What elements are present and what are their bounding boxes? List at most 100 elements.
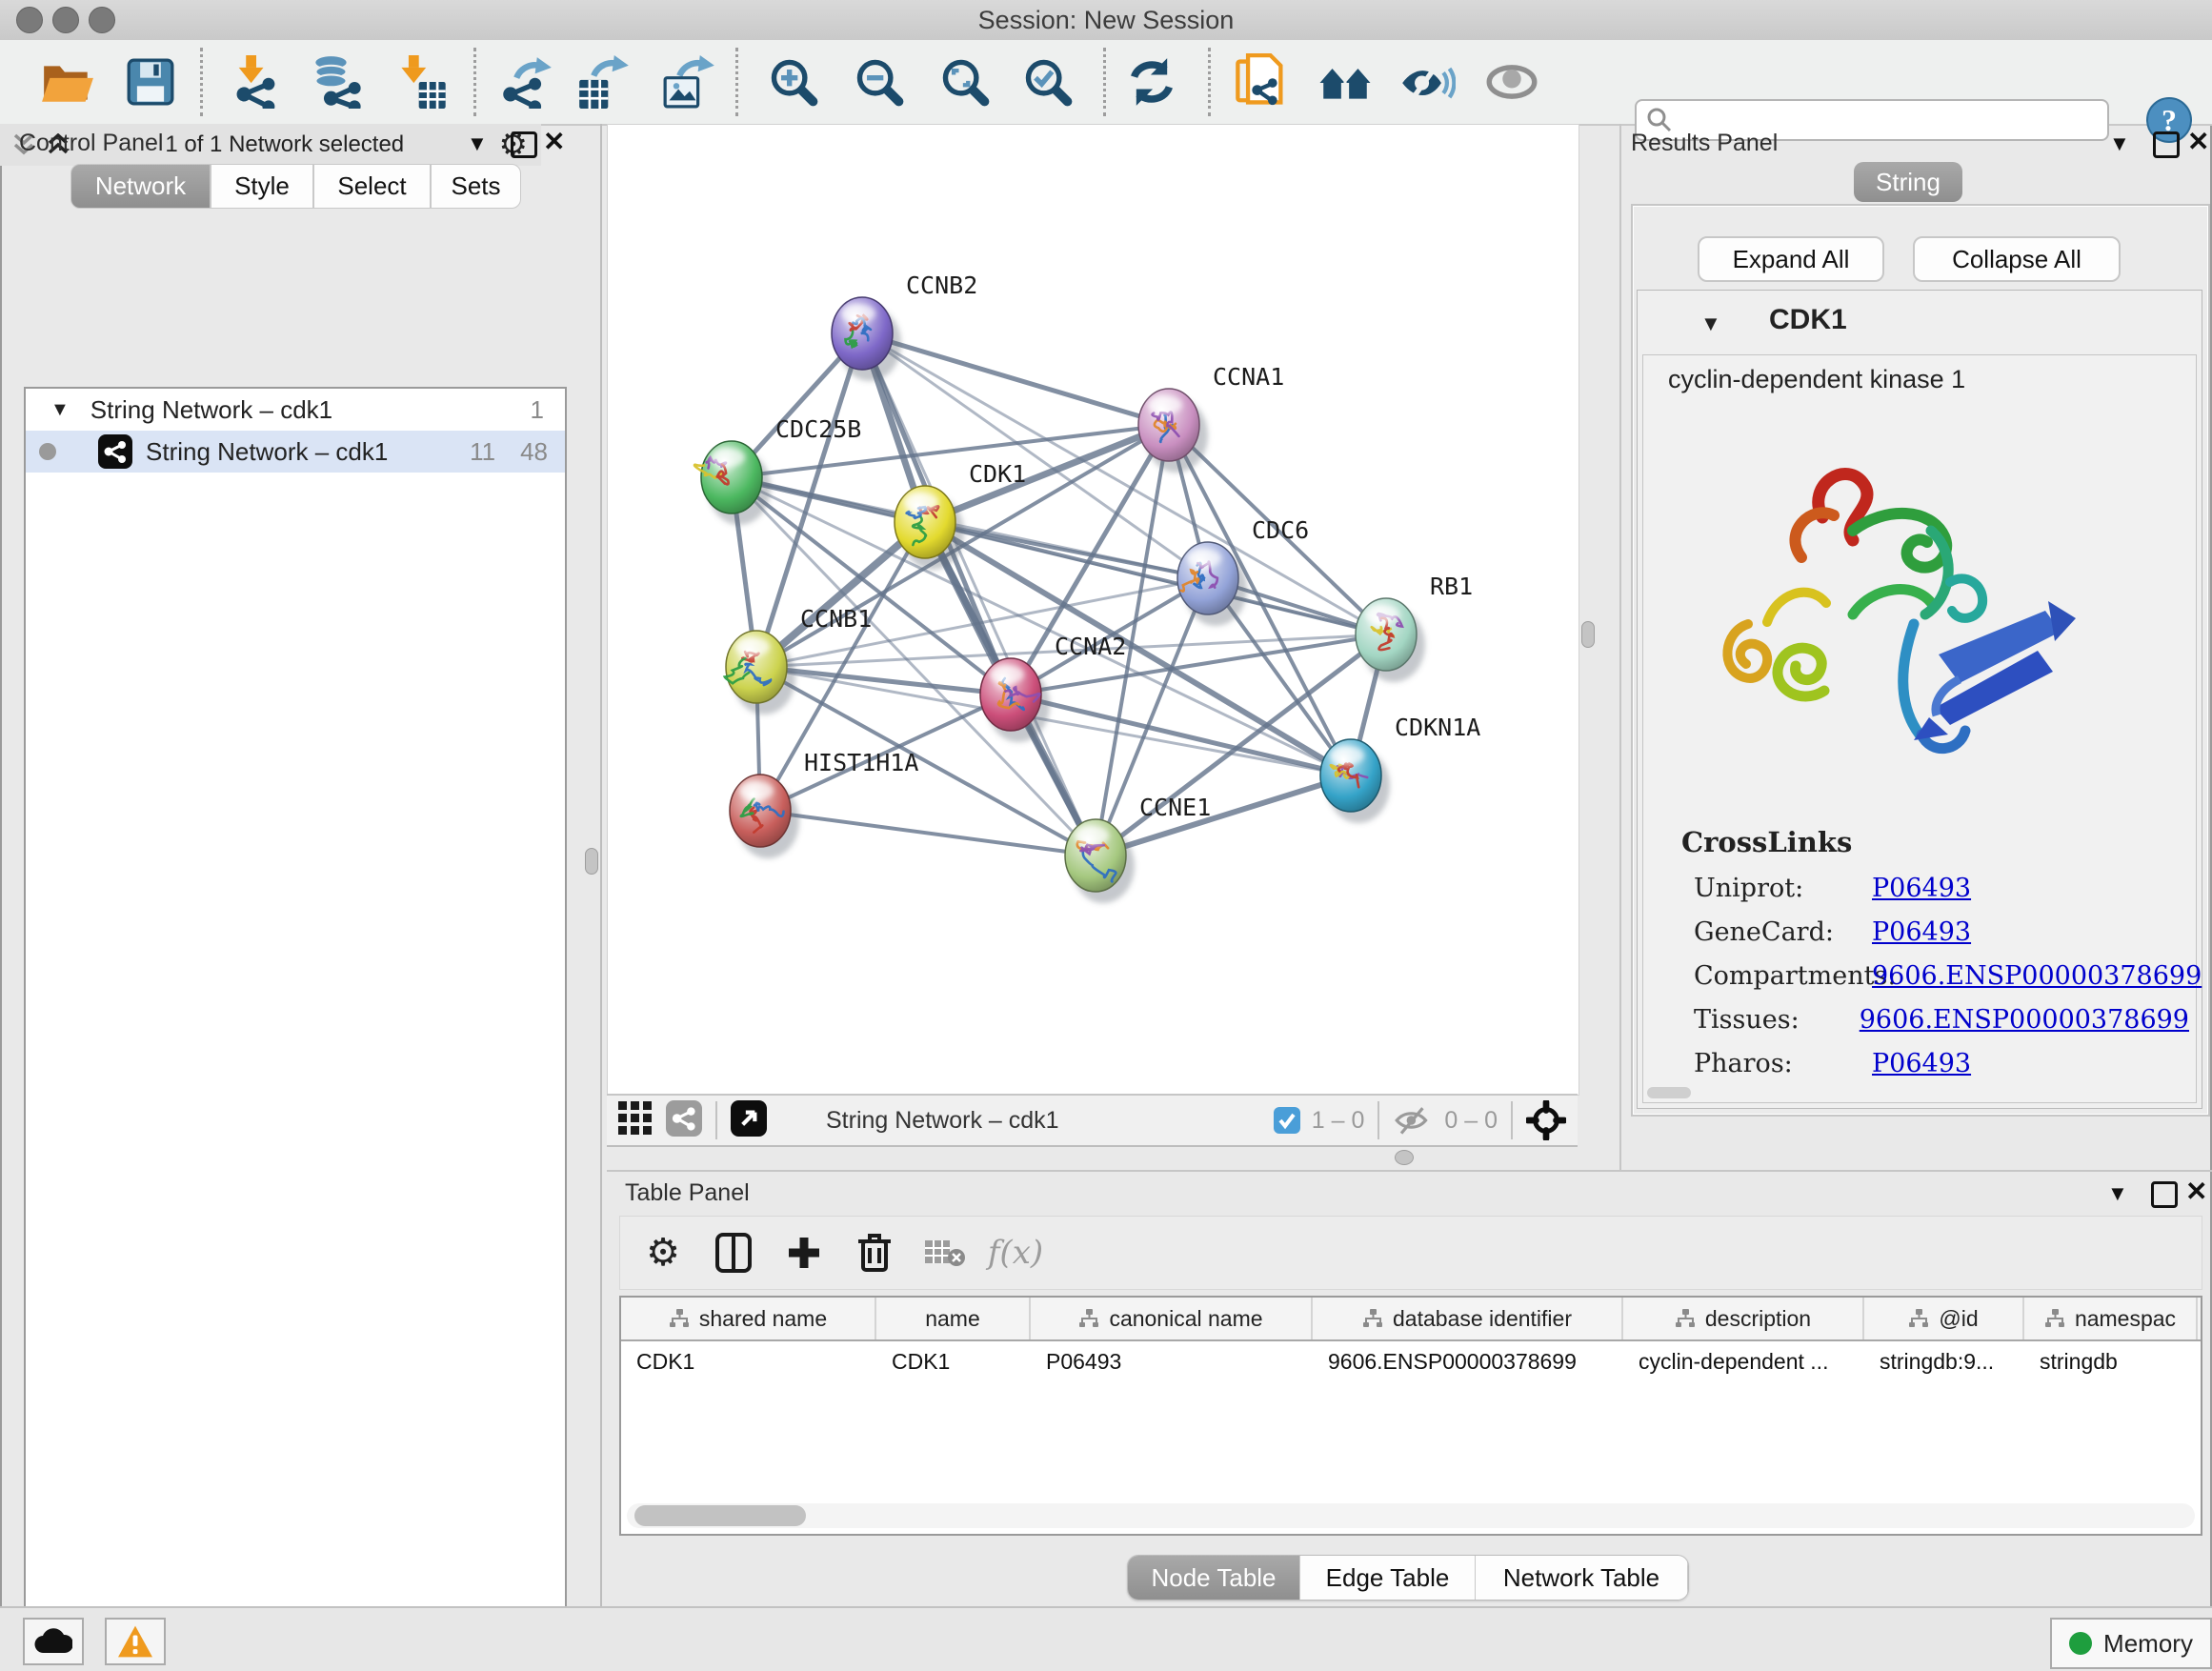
show-grid-button[interactable] [618, 1101, 653, 1140]
new-network-from-selection-button[interactable] [1229, 50, 1294, 114]
node-CDKN1A[interactable]: CDKN1A [1320, 714, 1480, 823]
cell-1[interactable]: CDK1 [876, 1341, 1031, 1381]
network-share-view-button[interactable] [666, 1100, 702, 1141]
crosslink-link[interactable]: 9606.ENSP00000378699 [1872, 961, 2202, 991]
section-expand-icon[interactable]: ▼ [1700, 312, 1721, 336]
edge-CDKN1A-CCNE1[interactable] [1096, 775, 1351, 856]
cell-5[interactable]: stringdb:9... [1864, 1341, 2024, 1381]
zoom-in-button[interactable] [761, 50, 826, 114]
cell-3[interactable]: 9606.ENSP00000378699 [1313, 1341, 1623, 1381]
float-panel-icon[interactable] [511, 131, 537, 158]
column-header--id[interactable]: @id [1864, 1298, 2024, 1339]
cell-2[interactable]: P06493 [1031, 1341, 1313, 1381]
cell-0[interactable]: CDK1 [621, 1341, 876, 1381]
float-panel-icon[interactable] [2153, 131, 2180, 158]
create-column-button[interactable] [769, 1222, 839, 1283]
edge-CCNB2-CCNA1[interactable] [862, 333, 1169, 425]
cloud-status-button[interactable] [23, 1618, 84, 1665]
zoom-out-button[interactable] [847, 50, 912, 114]
zoom-fit-button[interactable] [933, 50, 997, 114]
tab-style[interactable]: Style [211, 164, 313, 209]
float-panel-icon[interactable] [2151, 1181, 2178, 1208]
cell-4[interactable]: cyclin-dependent ... [1623, 1341, 1864, 1381]
table-hscrollbar [627, 1503, 2195, 1528]
edge-CCNB2-RB1[interactable] [862, 333, 1386, 634]
collapse-panel-icon[interactable]: ▼ [2109, 131, 2130, 156]
network-canvas[interactable]: CCNB2CCNA1CDC25BCDK1CDC6RB1CCNB1CCNA2CDK… [607, 124, 1579, 1096]
table-hscroll-thumb[interactable] [634, 1505, 806, 1526]
crosslink-link[interactable]: P06493 [1872, 917, 1971, 947]
right-splitter-handle[interactable] [1581, 621, 1595, 648]
column-header-namespac[interactable]: namespac [2024, 1298, 2198, 1339]
results-hscroll-thumb[interactable] [1647, 1087, 1691, 1098]
column-type-icon [1362, 1309, 1383, 1328]
column-header-canonical-name[interactable]: canonical name [1031, 1298, 1313, 1339]
tab-edge-table[interactable]: Edge Table [1300, 1556, 1476, 1600]
zoom-selected-button[interactable] [1016, 50, 1080, 114]
close-panel-icon[interactable]: ✕ [543, 131, 565, 152]
export-network-button[interactable] [494, 50, 559, 114]
cell-6[interactable]: stringdb [2024, 1341, 2198, 1381]
node-label: CCNE1 [1139, 794, 1211, 821]
horizontal-splitter-handle[interactable] [1395, 1150, 1414, 1165]
selected-checkbox-icon[interactable] [1274, 1107, 1300, 1134]
column-header-shared-name[interactable]: shared name [621, 1298, 876, 1339]
tab-network-table[interactable]: Network Table [1476, 1556, 1688, 1600]
node-CCNE1[interactable]: CCNE1 [1065, 794, 1211, 903]
memory-button[interactable]: Memory [2050, 1618, 2212, 1669]
import-network-button[interactable] [224, 50, 289, 114]
node-RB1[interactable]: RB1 [1356, 573, 1473, 682]
close-panel-icon[interactable]: ✕ [2187, 131, 2209, 152]
node-CCNA1[interactable]: CCNA1 [1138, 363, 1284, 473]
apply-layout-button[interactable] [1119, 50, 1184, 114]
hide-selected-button[interactable] [1396, 50, 1460, 114]
delete-table-button [910, 1222, 980, 1283]
import-network-from-database-button[interactable] [306, 50, 371, 114]
node-label: CCNB1 [800, 605, 872, 633]
detach-view-button[interactable] [731, 1100, 767, 1141]
export-image-button[interactable] [657, 50, 722, 114]
table-settings-gear-icon[interactable]: ⚙ [628, 1222, 698, 1283]
crosslink-link[interactable]: P06493 [1872, 874, 1971, 903]
current-network-title: String Network – cdk1 [826, 1107, 1059, 1135]
collapse-panel-icon[interactable]: ▼ [2107, 1181, 2128, 1206]
export-table-button[interactable] [572, 50, 636, 114]
collapse-all-button[interactable]: Collapse All [1913, 236, 2121, 282]
edge-HIST1H1A-CCNE1[interactable] [760, 811, 1096, 856]
delete-column-button[interactable] [839, 1222, 910, 1283]
network-row-selected[interactable]: String Network – cdk1 11 48 [26, 431, 565, 473]
column-header-database-identifier[interactable]: database identifier [1313, 1298, 1623, 1339]
crosslink-link[interactable]: P06493 [1872, 1049, 1971, 1078]
network-collection-row[interactable]: ▼ String Network – cdk1 1 [26, 389, 565, 431]
show-columns-button[interactable] [698, 1222, 769, 1283]
close-panel-icon[interactable]: ✕ [2185, 1181, 2207, 1202]
import-table-button[interactable] [391, 50, 455, 114]
control-panel-tabs: Network Style Select Sets [70, 164, 521, 209]
tab-sets[interactable]: Sets [431, 164, 521, 209]
table-row[interactable]: CDK1CDK1P064939606.ENSP00000378699cyclin… [621, 1341, 2201, 1381]
left-splitter-handle[interactable] [585, 848, 598, 875]
first-neighbors-button[interactable] [1313, 50, 1377, 114]
show-all-button[interactable] [1479, 50, 1544, 114]
crosslink-link[interactable]: 9606.ENSP00000378699 [1860, 1005, 2189, 1035]
tab-network[interactable]: Network [70, 164, 211, 209]
export-network-icon [500, 55, 553, 109]
edge-CCNB2-CCNE1[interactable] [862, 333, 1096, 856]
warnings-button[interactable] [105, 1618, 166, 1665]
tab-node-table[interactable]: Node Table [1128, 1556, 1300, 1600]
network-share-icon [98, 434, 132, 469]
birdseye-crosshair-icon[interactable] [1526, 1100, 1566, 1140]
column-header-name[interactable]: name [876, 1298, 1031, 1339]
column-header-description[interactable]: description [1623, 1298, 1864, 1339]
tab-string[interactable]: String [1854, 162, 1962, 202]
collapse-panel-icon[interactable]: ▼ [467, 131, 488, 156]
open-session-button[interactable] [35, 50, 100, 114]
expand-all-button[interactable]: Expand All [1698, 236, 1884, 282]
node-label: CDKN1A [1395, 714, 1480, 741]
protein-structure-image [1710, 405, 2091, 795]
node-label: CCNB2 [906, 272, 977, 299]
tab-select[interactable]: Select [313, 164, 431, 209]
collection-expand-icon[interactable]: ▼ [50, 399, 70, 421]
save-session-button[interactable] [118, 50, 183, 114]
collection-count: 1 [531, 395, 544, 425]
